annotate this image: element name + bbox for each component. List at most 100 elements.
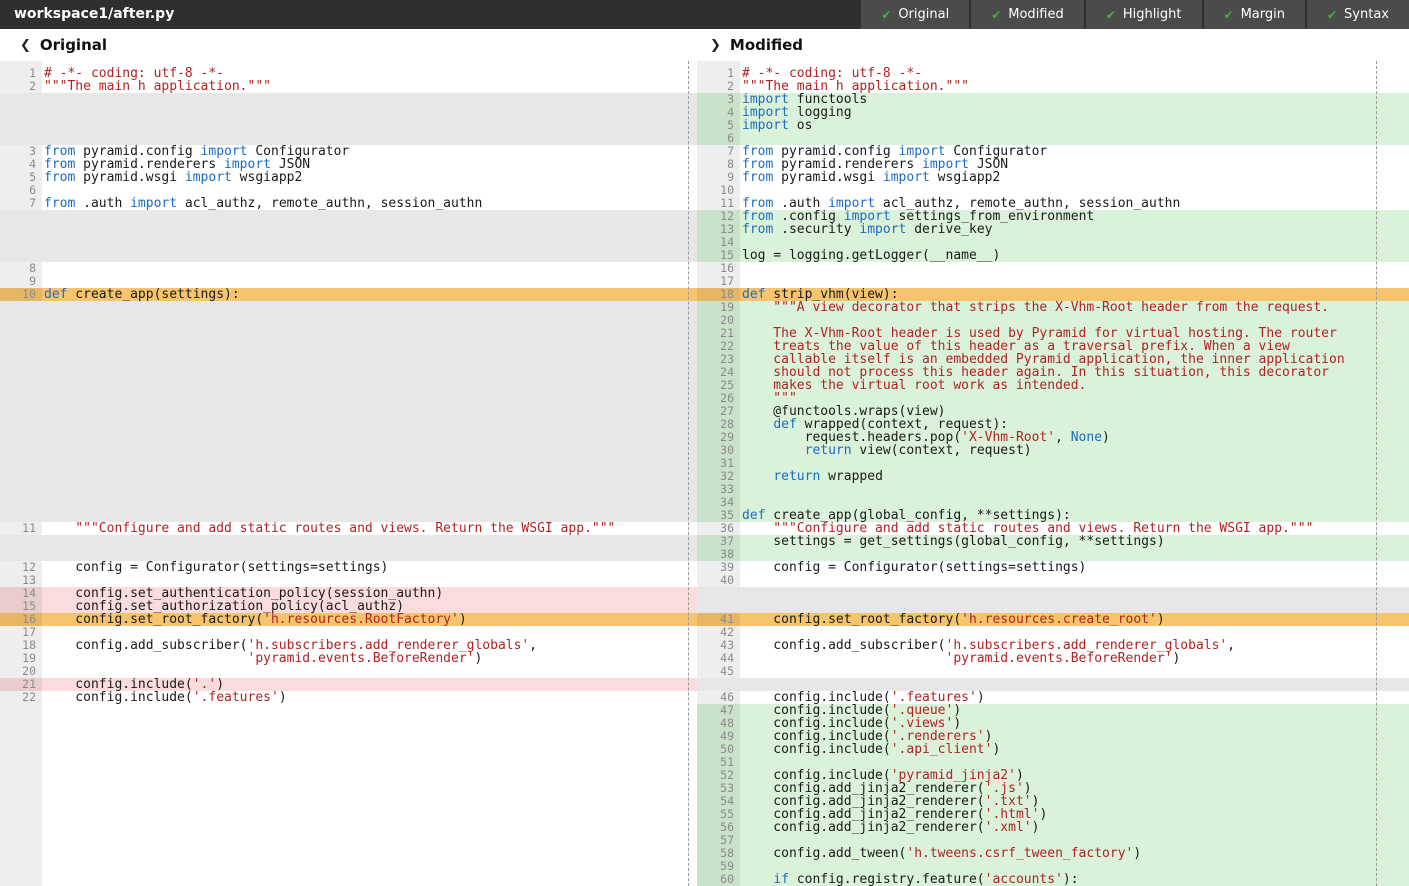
code-line [740, 236, 1409, 249]
toolbar-toggle-modified[interactable]: ✔ Modified [971, 0, 1084, 29]
code-line [42, 444, 697, 457]
code-line [42, 405, 697, 418]
original-line [0, 548, 697, 561]
modified-line: 40 [697, 574, 1409, 587]
line-number [0, 236, 42, 249]
code-line: """ [740, 392, 1409, 405]
code-line: log = logging.getLogger(__name__) [740, 249, 1409, 262]
original-line: 3from pyramid.config import Configurator [0, 145, 697, 158]
modified-line: 1# -*- coding: utf-8 -*- [697, 67, 1409, 80]
code-line: config.set_authorization_policy(acl_auth… [42, 600, 697, 613]
modified-line: 42 [697, 626, 1409, 639]
code-line: # -*- coding: utf-8 -*- [740, 67, 1409, 80]
original-line [0, 873, 697, 886]
original-line [0, 210, 697, 223]
diff-row: 3import functools [0, 93, 1409, 106]
code-line [740, 678, 1409, 691]
code-line [42, 574, 697, 587]
code-line: config.include('.renderers') [740, 730, 1409, 743]
code-line: config.set_root_factory('h.resources.cre… [740, 613, 1409, 626]
original-line: 4from pyramid.renderers import JSON [0, 158, 697, 171]
diff-row: 25 makes the virtual root work as intend… [0, 379, 1409, 392]
toolbar-toggle-syntax[interactable]: ✔Syntax [1307, 0, 1409, 29]
line-number: 10 [0, 288, 42, 301]
line-number [0, 418, 42, 431]
check-icon: ✔ [991, 8, 1001, 22]
modified-line: 37 settings = get_settings(global_config… [697, 535, 1409, 548]
toolbar-toggle-highlight[interactable]: ✔Highlight [1086, 0, 1202, 29]
modified-line: 41 config.set_root_factory('h.resources.… [697, 613, 1409, 626]
code-line [42, 379, 697, 392]
toolbar-toggle-label: Original [898, 7, 949, 22]
diff-row: 4from pyramid.renderers import JSON8from… [0, 158, 1409, 171]
modified-line: 19 """A view decorator that strips the X… [697, 301, 1409, 314]
modified-line: 13from .security import derive_key [697, 223, 1409, 236]
original-line [0, 847, 697, 860]
line-number [0, 210, 42, 223]
code-line: from .auth import acl_authz, remote_auth… [42, 197, 697, 210]
code-line: config.add_subscriber('h.subscribers.add… [42, 639, 697, 652]
line-number [0, 743, 42, 756]
code-line: config.include('.queue') [740, 704, 1409, 717]
line-number [0, 834, 42, 847]
diff-row: 4import logging [0, 106, 1409, 119]
check-icon: ✔ [1224, 8, 1234, 22]
line-number [0, 106, 42, 119]
toolbar-toggle-margin[interactable]: ✔Margin [1204, 0, 1305, 29]
original-line [0, 379, 697, 392]
diff-row: 29 request.headers.pop('X-Vhm-Root', Non… [0, 431, 1409, 444]
original-line [0, 366, 697, 379]
code-line: config.include('.features') [740, 691, 1409, 704]
diff-row: 48 config.include('.views') [0, 717, 1409, 730]
line-number [0, 470, 42, 483]
diff-row: 917 [0, 275, 1409, 288]
line-number: 7 [0, 197, 42, 210]
original-pane-title: Original [40, 36, 107, 54]
diff-row: 38 [0, 548, 1409, 561]
code-line: config.include('.api_client') [740, 743, 1409, 756]
code-line: config.include('.views') [740, 717, 1409, 730]
modified-line: 57 [697, 834, 1409, 847]
original-line [0, 106, 697, 119]
collapse-modified-icon[interactable]: ❯ [710, 38, 721, 53]
original-line [0, 834, 697, 847]
code-line: from .security import derive_key [740, 223, 1409, 236]
code-line [42, 769, 697, 782]
line-number [0, 93, 42, 106]
diff-row: 55 config.add_jinja2_renderer('.html') [0, 808, 1409, 821]
diff-row: 37 settings = get_settings(global_config… [0, 535, 1409, 548]
diff-rows: 1# -*- coding: utf-8 -*-1# -*- coding: u… [0, 67, 1409, 886]
line-number [0, 821, 42, 834]
modified-line: 10 [697, 184, 1409, 197]
code-line [740, 314, 1409, 327]
diff-row: 50 config.include('.api_client') [0, 743, 1409, 756]
code-line [42, 821, 697, 834]
code-line: from pyramid.wsgi import wsgiapp2 [740, 171, 1409, 184]
diff-row: 53 config.add_jinja2_renderer('.js') [0, 782, 1409, 795]
toolbar: ✔Original✔Modified✔Highlight✔Margin✔Synt… [861, 0, 1409, 29]
toolbar-toggle-original[interactable]: ✔Original [861, 0, 969, 29]
line-number [0, 717, 42, 730]
original-line [0, 340, 697, 353]
modified-line: 52 config.include('pyramid_jinja2') [697, 769, 1409, 782]
modified-line: 22 treats the value of this header as a … [697, 340, 1409, 353]
code-line [42, 743, 697, 756]
code-line: callable itself is an embedded Pyramid a… [740, 353, 1409, 366]
original-line [0, 457, 697, 470]
original-line [0, 93, 697, 106]
toolbar-toggle-label: Modified [1008, 7, 1063, 22]
original-line [0, 795, 697, 808]
modified-line: 16 [697, 262, 1409, 275]
modified-pane-title: Modified [730, 36, 803, 54]
line-number [0, 119, 42, 132]
modified-line: 43 config.add_subscriber('h.subscribers.… [697, 639, 1409, 652]
diff-row: 816 [0, 262, 1409, 275]
diff-row: 30 return view(context, request) [0, 444, 1409, 457]
code-line: def create_app(global_config, **settings… [740, 509, 1409, 522]
collapse-original-icon[interactable]: ❮ [20, 38, 31, 53]
toolbar-toggle-label: Highlight [1123, 7, 1182, 22]
diff-view: 1# -*- coding: utf-8 -*-1# -*- coding: u… [0, 61, 1409, 886]
code-line: return view(context, request) [740, 444, 1409, 457]
modified-line: 35def create_app(global_config, **settin… [697, 509, 1409, 522]
line-number [0, 223, 42, 236]
